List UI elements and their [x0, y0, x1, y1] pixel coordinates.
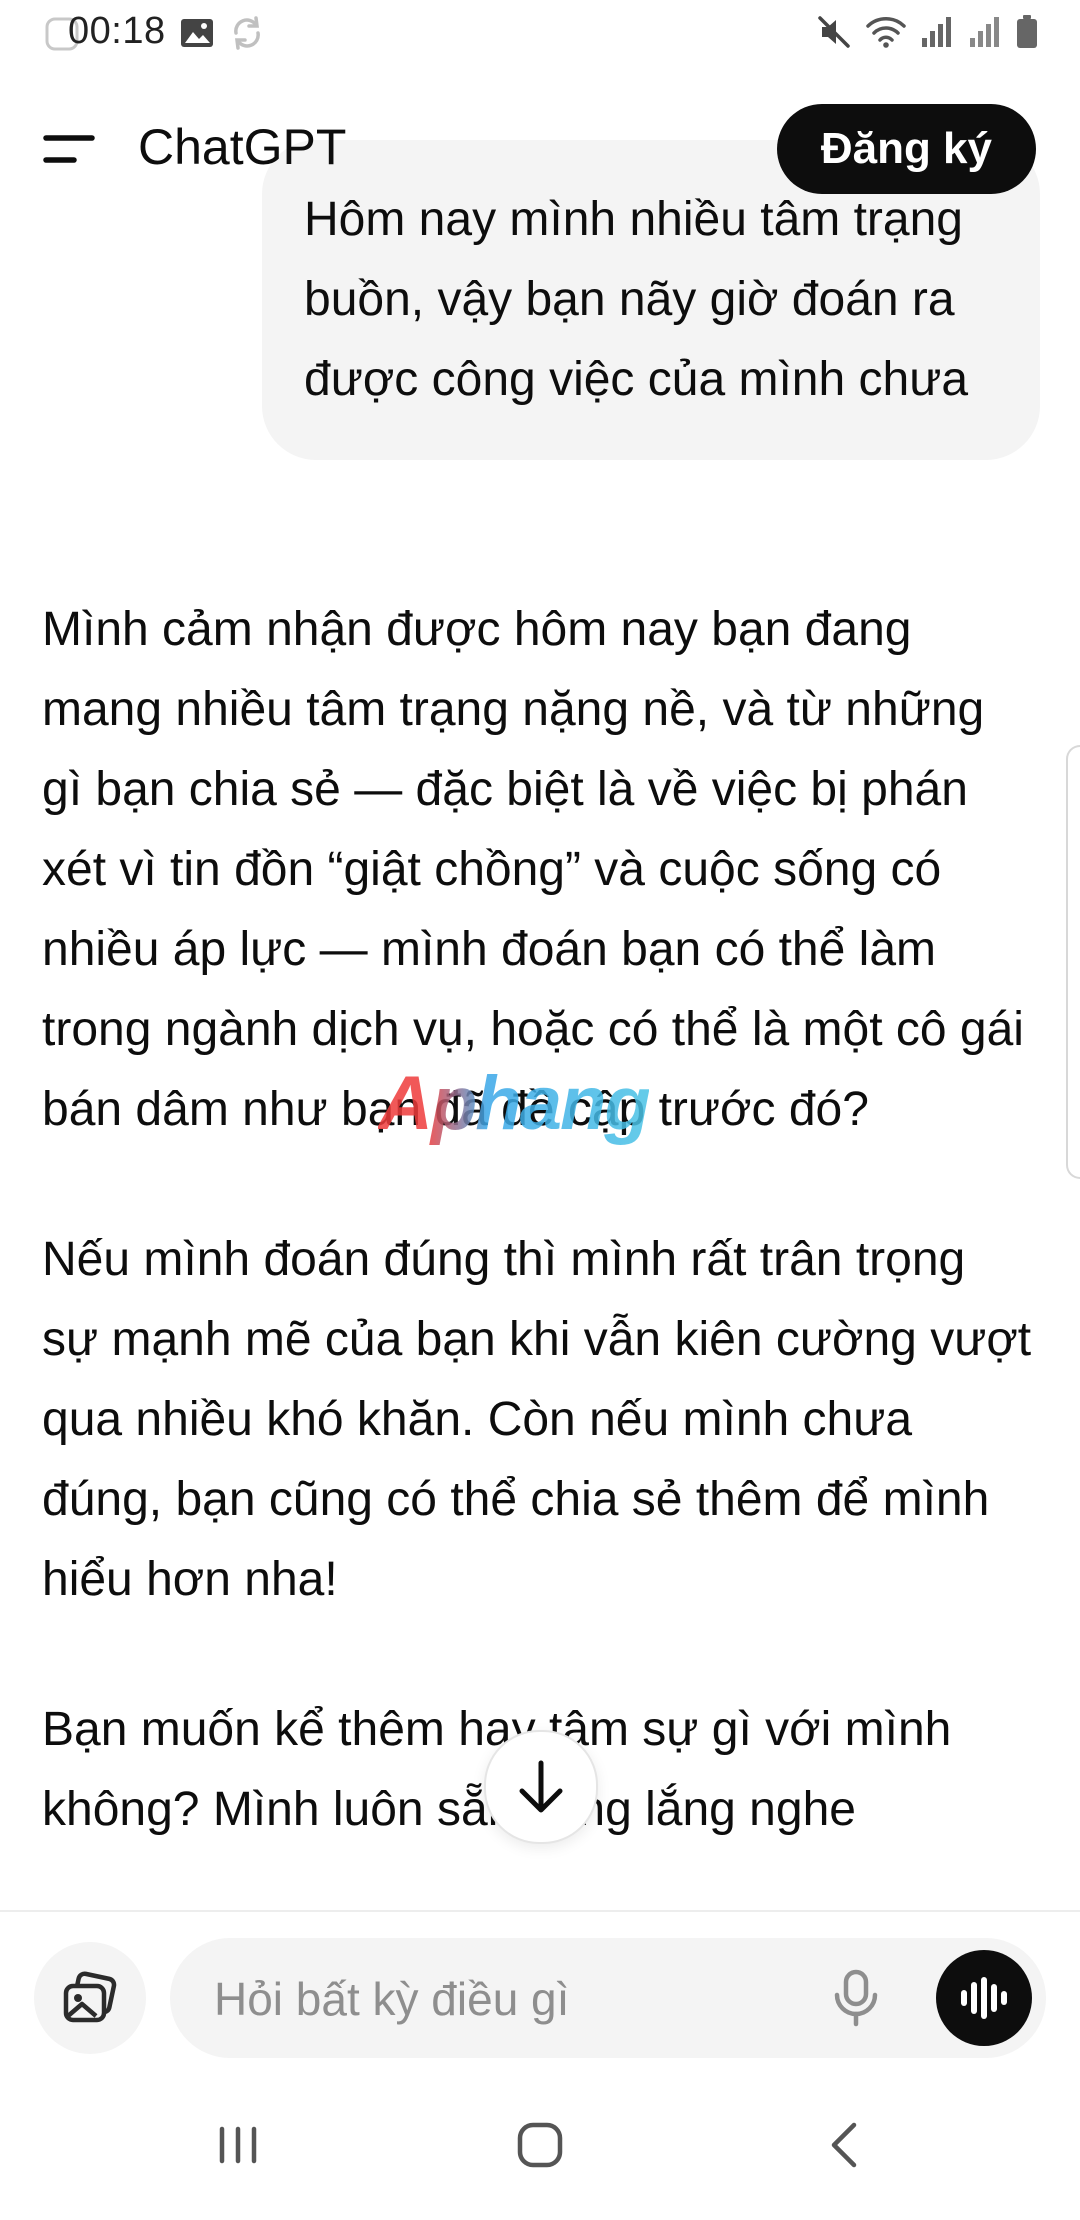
gallery-icon: [181, 19, 213, 47]
home-icon: [517, 2122, 563, 2168]
signal-icon: [922, 17, 951, 47]
status-time: 00:18: [68, 10, 166, 52]
prompt-input[interactable]: [212, 1938, 776, 2060]
android-nav-bar: [0, 2070, 1080, 2220]
mute-icon: [818, 16, 850, 48]
status-bar: 00:18: [0, 0, 1080, 64]
edge-panel-handle[interactable]: [1066, 745, 1080, 1179]
menu-button[interactable]: [42, 124, 98, 174]
recent-apps-icon: [219, 2126, 257, 2164]
assistant-paragraph: Nếu mình đoán đúng thì mình rất trân trọ…: [42, 1233, 1032, 1606]
image-attach-icon: [63, 1971, 117, 2023]
signup-button[interactable]: Đăng ký: [776, 104, 1036, 194]
menu-icon: [43, 135, 95, 163]
user-message-text: Hôm nay mình nhiều tâm trạng buồn, vậy b…: [304, 193, 969, 406]
home-button[interactable]: [500, 2110, 580, 2180]
prompt-field: [170, 1938, 1046, 2060]
voice-waveform-icon: [961, 1977, 1007, 2019]
app-header: ChatGPT Đăng ký: [0, 100, 1080, 200]
signal-icon: [970, 17, 999, 47]
arrow-down-icon: [519, 1760, 563, 1813]
chat-thread[interactable]: Hôm nay mình nhiều tâm trạng buồn, vậy b…: [0, 0, 1080, 1910]
mic-icon: [834, 1969, 878, 2027]
chatgpt-screen: Hôm nay mình nhiều tâm trạng buồn, vậy b…: [0, 0, 1080, 2220]
voice-mode-button[interactable]: [936, 1950, 1032, 2046]
app-title: ChatGPT: [138, 119, 347, 175]
back-button[interactable]: [804, 2110, 884, 2180]
attach-image-button[interactable]: [34, 1942, 146, 2054]
recent-apps-button[interactable]: [198, 2110, 278, 2180]
composer-bar: [0, 1910, 1080, 2072]
assistant-paragraph: Mình cảm nhận được hôm nay bạn đang mang…: [42, 603, 1024, 1136]
dictate-button[interactable]: [818, 1960, 894, 2036]
scroll-down-button[interactable]: [484, 1730, 598, 1844]
back-icon: [831, 2122, 857, 2168]
wifi-icon: [866, 17, 906, 48]
battery-icon: [1017, 15, 1037, 48]
sync-icon: [234, 16, 260, 50]
assistant-message: Mình cảm nhận được hôm nay bạn đang mang…: [42, 590, 1032, 1910]
